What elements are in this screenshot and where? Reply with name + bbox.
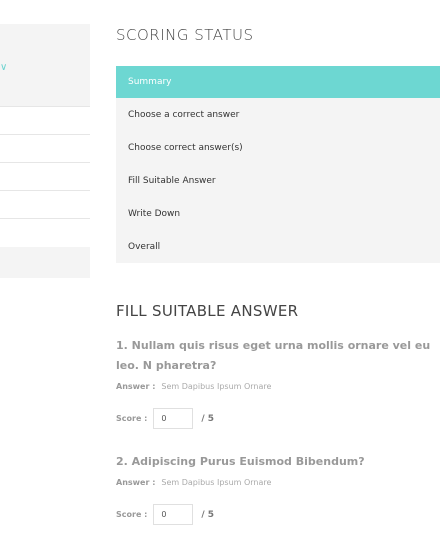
score-label: Score : bbox=[116, 414, 148, 423]
answer-value: Sem Dapibus Ipsum Ornare bbox=[161, 382, 272, 391]
question-text: 1. Nullam quis risus eget urna mollis or… bbox=[116, 339, 431, 372]
score-line: Score : 0 / 5 bbox=[116, 408, 214, 429]
sidebar-item[interactable] bbox=[0, 107, 90, 135]
scoring-status-table: Summary Choose a correct answer Choose c… bbox=[116, 66, 440, 263]
sidebar-header: ∨ bbox=[0, 24, 90, 107]
chevron-down-icon[interactable]: ∨ bbox=[0, 62, 7, 73]
answer-line: Answer : Sem Dapibus Ipsum Ornare bbox=[116, 478, 271, 487]
status-row-write-down[interactable]: Write Down bbox=[116, 197, 440, 230]
score-line: Score : 0 / 5 bbox=[116, 504, 214, 525]
score-input[interactable]: 0 bbox=[153, 504, 194, 525]
status-row-overall[interactable]: Overall bbox=[116, 230, 440, 263]
answer-label: Answer : bbox=[116, 382, 156, 391]
answer-line: Answer : Sem Dapibus Ipsum Ornare bbox=[116, 382, 271, 391]
page-title: SCORING STATUS bbox=[116, 26, 254, 44]
sidebar: ∨ bbox=[0, 24, 90, 278]
score-max: / 5 bbox=[201, 413, 215, 424]
sidebar-item[interactable] bbox=[0, 135, 90, 163]
sidebar-item[interactable] bbox=[0, 219, 90, 247]
status-row-summary[interactable]: Summary bbox=[116, 66, 440, 98]
answer-label: Answer : bbox=[116, 478, 156, 487]
score-max: / 5 bbox=[201, 509, 215, 520]
question-text: 2. Adipiscing Purus Euismod Bibendum? bbox=[116, 455, 365, 468]
score-input[interactable]: 0 bbox=[153, 408, 194, 429]
score-label: Score : bbox=[116, 510, 148, 519]
sidebar-item[interactable] bbox=[0, 163, 90, 191]
answer-value: Sem Dapibus Ipsum Ornare bbox=[161, 478, 272, 487]
status-row-choose-correct-multi[interactable]: Choose correct answer(s) bbox=[116, 131, 440, 164]
status-row-choose-correct[interactable]: Choose a correct answer bbox=[116, 98, 440, 131]
section-title: FILL SUITABLE ANSWER bbox=[116, 302, 299, 320]
status-row-fill-suitable[interactable]: Fill Suitable Answer bbox=[116, 164, 440, 197]
sidebar-item[interactable] bbox=[0, 191, 90, 219]
